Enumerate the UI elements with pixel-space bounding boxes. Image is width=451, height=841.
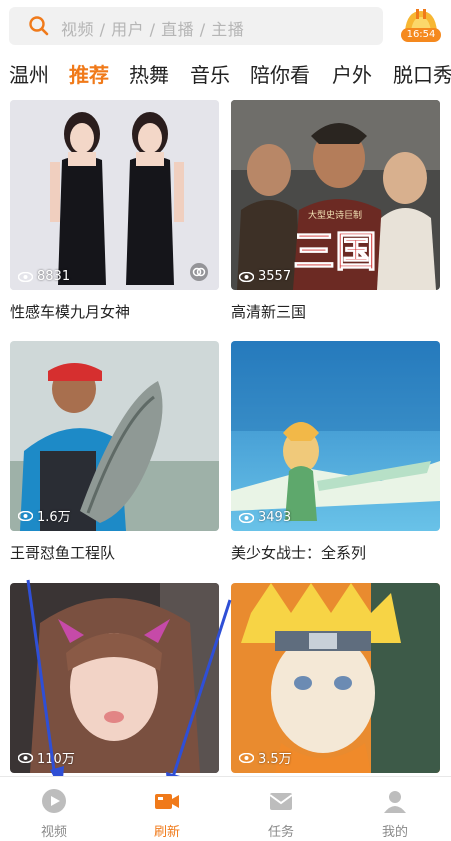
nav-tasks[interactable]: 任务 [241, 777, 321, 841]
video-title[interactable]: 美少女战士：全系列 [231, 542, 366, 563]
view-count: 3.5万 [239, 748, 292, 767]
category-tabs: 温州 推荐 热舞 音乐 陪你看 户外 脱口秀 [0, 60, 451, 92]
view-count-text: 3.5万 [258, 752, 292, 767]
eye-icon [239, 271, 254, 282]
video-title[interactable]: 高清新三国 [231, 301, 306, 322]
tab-talk-show[interactable]: 脱口秀 [393, 60, 451, 90]
view-count: 3557 [239, 269, 291, 284]
user-icon [384, 791, 406, 813]
tab-outdoor[interactable]: 户外 [332, 60, 372, 90]
top-bar: 视频 / 用户 / 直播 / 主播 16:54 [0, 0, 451, 52]
timer-badge: 16:54 [401, 28, 441, 42]
envelope-icon [269, 793, 293, 810]
view-count-text: 3557 [258, 269, 292, 284]
nav-video[interactable]: 视频 [14, 777, 94, 841]
nav-label: 任务 [267, 825, 294, 840]
nav-label: 刷新 [153, 825, 180, 840]
tab-music[interactable]: 音乐 [190, 60, 230, 90]
view-count: 8831 [18, 269, 70, 284]
task-reward-badge[interactable]: 16:54 [399, 7, 443, 43]
eye-icon [18, 752, 33, 763]
three-kingdoms-image: 大型史诗巨制 三国 [231, 100, 440, 290]
tab-dance[interactable]: 热舞 [129, 60, 169, 90]
poster-title: 三国 [293, 227, 377, 276]
video-title[interactable]: 王哥怼鱼工程队 [10, 542, 115, 563]
girl-selfie-image [10, 583, 219, 773]
tab-wenzhou[interactable]: 温州 [9, 60, 49, 90]
tab-watch-with-you[interactable]: 陪你看 [250, 60, 310, 90]
anime-warrior-image [231, 341, 440, 531]
nav-label: 视频 [40, 825, 67, 840]
view-count-text: 8831 [37, 269, 71, 284]
anime-warrior-thumbnail[interactable]: 3493 [231, 341, 440, 531]
fisherman-image [10, 341, 219, 531]
nav-me[interactable]: 我的 [355, 777, 435, 841]
three-kingdoms-thumbnail[interactable]: 大型史诗巨制 三国 3557 [231, 100, 440, 290]
naruto-thumbnail[interactable]: 3.5万 [231, 583, 440, 773]
search-placeholder: 视频 / 用户 / 直播 / 主播 [61, 20, 245, 39]
play-circle-icon [42, 789, 66, 813]
view-count: 110万 [18, 748, 75, 767]
eye-icon [239, 512, 254, 523]
nav-refresh[interactable]: 刷新 [127, 777, 207, 841]
video-title[interactable]: 性感车模九月女神 [10, 301, 130, 322]
girl-selfie-thumbnail[interactable]: 110万 [10, 583, 219, 773]
view-count-text: 110万 [37, 752, 75, 767]
link-icon [190, 263, 208, 281]
nav-label: 我的 [381, 825, 408, 840]
view-count: 3493 [239, 510, 291, 525]
search-icon [29, 16, 49, 36]
two-models-image [10, 100, 219, 290]
view-count-text: 3493 [258, 510, 292, 525]
naruto-image [231, 583, 440, 773]
search-bar[interactable]: 视频 / 用户 / 直播 / 主播 [9, 7, 383, 45]
poster-subtitle: 大型史诗巨制 [308, 209, 362, 221]
eye-icon [239, 752, 254, 763]
fisherman-thumbnail[interactable]: 1.6万 [10, 341, 219, 531]
eye-icon [18, 510, 33, 521]
tab-recommend[interactable]: 推荐 [69, 60, 109, 90]
two-models-thumbnail[interactable]: 8831 [10, 100, 219, 290]
video-camera-icon [155, 794, 179, 809]
bottom-navigation: 视频 刷新 任务 我的 [0, 776, 451, 841]
view-count: 1.6万 [18, 506, 71, 525]
view-count-text: 1.6万 [37, 510, 71, 525]
eye-icon [18, 271, 33, 282]
